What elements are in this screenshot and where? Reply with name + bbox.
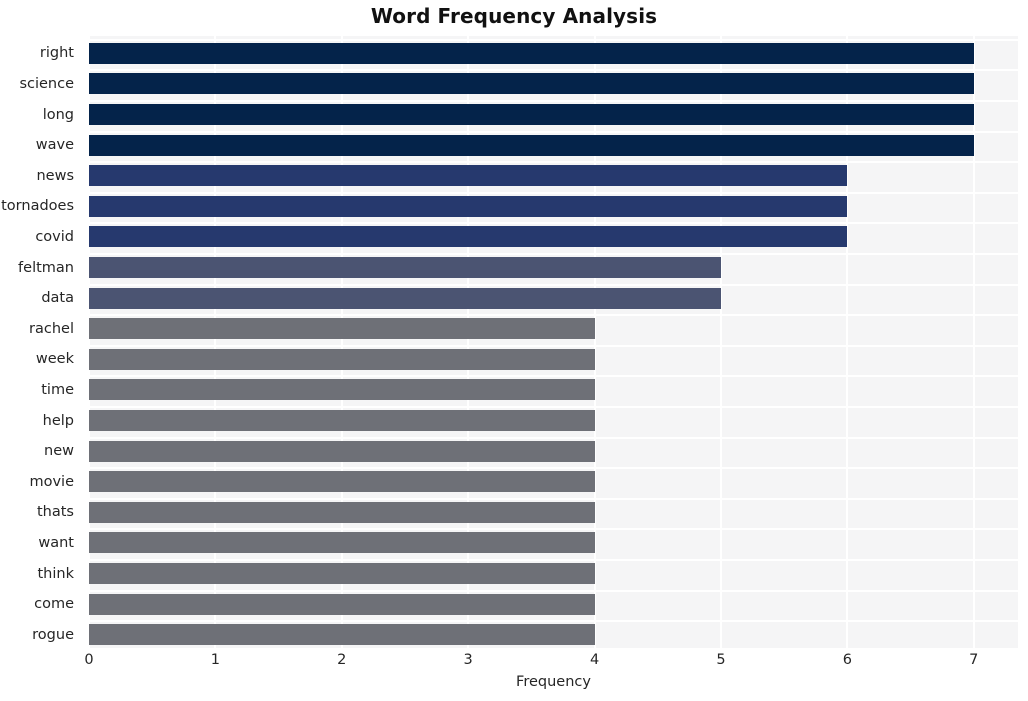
y-axis-tick-label: covid [35, 228, 74, 245]
bar[interactable] [89, 134, 974, 156]
gridline-vertical [467, 36, 470, 648]
x-axis-title: Frequency [516, 674, 591, 690]
gridline-horizontal [89, 406, 1018, 408]
bar[interactable] [89, 348, 595, 370]
y-axis-tick-label: science [19, 75, 74, 92]
bar[interactable] [89, 42, 974, 64]
gridline-horizontal [89, 497, 1018, 500]
y-axis-tick-label: new [44, 443, 74, 460]
chart-title: Word Frequency Analysis [370, 4, 658, 28]
gridline-horizontal [89, 130, 1018, 133]
y-axis-tick-label: rachel [29, 320, 74, 337]
bar[interactable] [89, 410, 595, 431]
y-axis-tick-label: rogue [32, 626, 74, 643]
y-axis-tick-label: want [38, 534, 74, 551]
bar[interactable] [89, 226, 848, 248]
bar[interactable] [89, 440, 595, 462]
x-axis-tick-label: 5 [716, 652, 726, 668]
bar[interactable] [89, 165, 848, 187]
y-axis-tick-label: time [41, 381, 74, 398]
gridline-vertical [846, 36, 849, 648]
gridline-vertical [593, 36, 596, 648]
bar[interactable] [89, 287, 721, 309]
x-axis-tick-label: 3 [463, 652, 473, 668]
gridline-horizontal [89, 191, 1018, 194]
gridline-horizontal [89, 559, 1018, 561]
gridline-vertical [972, 36, 975, 648]
word-frequency-chart: Word Frequency Analysis right science long… [0, 0, 1028, 701]
gridline-horizontal [89, 436, 1018, 439]
gridline-horizontal [89, 528, 1018, 531]
plot-area [89, 36, 1018, 648]
gridline-vertical [214, 36, 217, 648]
y-axis-tick-label: tornadoes [1, 198, 74, 215]
bar[interactable] [89, 379, 595, 401]
gridline-horizontal [89, 314, 1018, 317]
y-axis-tick-label: think [37, 565, 75, 582]
bar[interactable] [89, 73, 974, 95]
gridline-vertical [340, 36, 343, 648]
gridline-horizontal [89, 620, 1018, 623]
bar[interactable] [89, 501, 595, 523]
y-axis-tick-label: help [42, 412, 74, 429]
gridline-horizontal [89, 69, 1018, 72]
gridline-horizontal [89, 589, 1018, 592]
x-axis-tick-label: 0 [84, 652, 94, 668]
x-axis-tick-label: 7 [969, 652, 979, 668]
gridline-horizontal [89, 222, 1018, 225]
bar[interactable] [89, 532, 595, 554]
bar[interactable] [89, 318, 595, 340]
gridline-horizontal [89, 38, 1018, 41]
x-axis-tick-label: 2 [337, 652, 347, 668]
bar[interactable] [89, 471, 595, 493]
gridline-horizontal [89, 467, 1018, 470]
bar[interactable] [89, 195, 848, 217]
y-axis-tick-label: thats [36, 504, 74, 521]
gridline-vertical [89, 36, 90, 648]
y-axis-labels: right science long wave news tornadoes covid fe… [0, 36, 82, 648]
y-axis-tick-label: wave [35, 137, 74, 154]
bar[interactable] [89, 624, 595, 646]
y-axis-tick-label: news [36, 167, 74, 184]
bar[interactable] [89, 593, 595, 615]
y-axis-tick-label: long [42, 106, 74, 123]
bar[interactable] [89, 563, 595, 584]
bar[interactable] [89, 104, 974, 125]
bar[interactable] [89, 257, 721, 278]
x-axis-tick-label: 4 [589, 652, 600, 668]
gridline-horizontal [89, 375, 1018, 378]
gridline-horizontal [89, 283, 1018, 286]
gridline-vertical [719, 36, 722, 648]
y-axis-tick-label: movie [29, 473, 74, 490]
y-axis-tick-label: data [41, 290, 74, 307]
y-axis-tick-label: come [34, 596, 74, 613]
gridline-horizontal [89, 100, 1018, 102]
gridline-horizontal [89, 161, 1018, 164]
y-axis-tick-label: right [39, 45, 74, 62]
y-axis-tick-label: feltman [18, 259, 74, 276]
gridline-horizontal [89, 253, 1018, 255]
x-axis-tick-label: 1 [210, 652, 221, 668]
gridline-horizontal [89, 344, 1018, 347]
y-axis-tick-label: week [35, 351, 74, 368]
x-axis-tick-label: 6 [842, 652, 852, 668]
